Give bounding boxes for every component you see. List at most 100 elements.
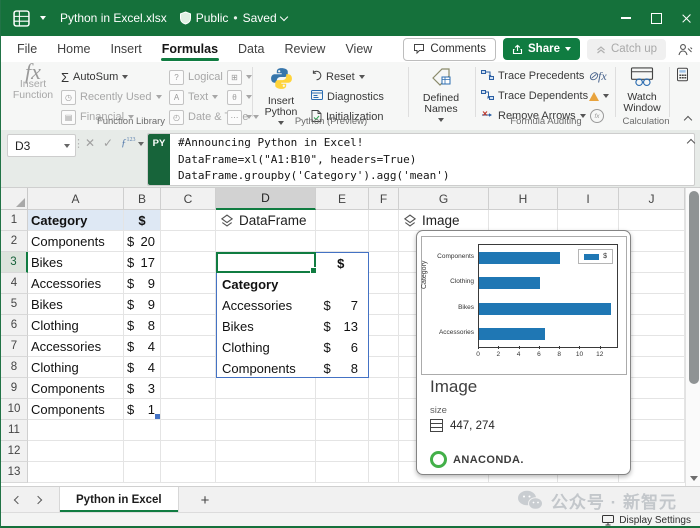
watch-window-icon: [629, 66, 655, 90]
defined-names-button[interactable]: Defined Names: [413, 66, 469, 122]
formula-auditing-group-label: Formula Auditing: [481, 116, 611, 127]
chart-xtick-mark: [600, 346, 601, 349]
watermark-text: 公众号 · 新智元: [551, 488, 677, 513]
lookup-reference-button[interactable]: ⊞: [227, 68, 252, 86]
display-settings-icon: [602, 515, 614, 526]
catch-up-icon: [596, 44, 606, 54]
ribbon-tab-bar: FileHomeInsertFormulasDataReviewView Com…: [1, 36, 700, 63]
diagnostics-button[interactable]: Diagnostics: [311, 88, 384, 106]
dataframe-row: Clothing$6: [217, 337, 368, 358]
menu-tab-home[interactable]: Home: [47, 36, 100, 62]
saved-status[interactable]: Saved: [243, 11, 287, 25]
chart-xtick-mark: [498, 346, 499, 349]
formula-bar-separator: ⋮: [73, 137, 84, 150]
dataframe-row: Bikes$13: [217, 316, 368, 337]
more-functions-button[interactable]: ⋯: [227, 108, 252, 126]
legend-swatch: [584, 254, 599, 260]
menu-tab-data[interactable]: Data: [228, 36, 274, 62]
share-button[interactable]: Share: [503, 38, 580, 60]
title-bar: Python in Excel.xlsx Public • Saved: [1, 0, 700, 36]
logical-icon: ?: [169, 70, 184, 85]
previous-sheet-icon[interactable]: [14, 496, 22, 504]
selected-cell-D3[interactable]: [216, 252, 316, 273]
show-formulas-icon: ⊘fx: [588, 69, 607, 84]
minimize-button[interactable]: [611, 0, 641, 36]
group-divider: [669, 67, 670, 117]
chart-xtick-label: 2: [496, 351, 500, 358]
trace-dependents-button[interactable]: Trace Dependents: [481, 87, 588, 105]
recently-used-icon: ◷: [61, 90, 76, 105]
insert-function-button[interactable]: fx Insert Function: [7, 66, 59, 101]
menu-tab-insert[interactable]: Insert: [101, 36, 152, 62]
display-settings-button[interactable]: Display Settings: [602, 515, 691, 526]
next-sheet-icon[interactable]: [34, 496, 42, 504]
chart-figure: $ComponentsClothingBikesAccessories02468…: [421, 236, 627, 375]
worksheet-grid: ABCDEFGHIJ12345678910111213Category$Comp…: [1, 187, 700, 487]
python-preview-group-label: Python (Preview): [271, 116, 391, 127]
group-divider: [408, 67, 409, 117]
chart-ytick-bikes: Bikes: [424, 304, 474, 311]
error-checking-button[interactable]: [589, 87, 609, 105]
text-button[interactable]: A Text: [169, 88, 218, 106]
sheet-tab-active[interactable]: Python in Excel: [59, 487, 179, 513]
size-table-icon: [430, 419, 443, 432]
vertical-scrollbar-thumb[interactable]: [689, 191, 699, 384]
menu-tab-view[interactable]: View: [335, 36, 382, 62]
anaconda-logo-icon: [430, 451, 447, 468]
close-button[interactable]: [671, 0, 700, 36]
math-trig-button[interactable]: θ: [227, 88, 252, 106]
image-size-value: 447, 274: [450, 420, 495, 432]
privacy-label[interactable]: Public: [196, 11, 229, 25]
chart-bar-bikes: [479, 303, 611, 315]
trace-precedents-button[interactable]: Trace Precedents: [481, 67, 584, 85]
chart-xtick-mark: [539, 346, 540, 349]
comments-button[interactable]: Comments: [403, 38, 496, 61]
dataframe-card-label[interactable]: DataFrame: [220, 210, 307, 231]
menu-tab-review[interactable]: Review: [274, 36, 335, 62]
cancel-entry-icon[interactable]: ✕: [85, 136, 95, 150]
chart-xtick-label: 12: [596, 351, 603, 358]
image-preview-card[interactable]: $ComponentsClothingBikesAccessories02468…: [416, 230, 631, 475]
chart-plot-area: $: [478, 244, 618, 348]
image-size-row: 447, 274: [430, 419, 495, 432]
quick-access-caret-icon[interactable]: [40, 16, 46, 20]
autosum-button[interactable]: Σ AutoSum: [61, 68, 128, 86]
add-sheet-button[interactable]: +: [201, 492, 210, 509]
calculation-options-button[interactable]: [675, 67, 690, 85]
python-output-toggle-icon[interactable]: ƒ123: [121, 137, 144, 149]
show-formulas-button[interactable]: ⊘fx: [588, 67, 607, 85]
dataframe-row: Category: [217, 274, 368, 295]
more-functions-icon: ⋯: [227, 110, 242, 125]
legend-label: $: [603, 253, 607, 260]
maximize-button[interactable]: [641, 0, 671, 36]
name-box[interactable]: D3: [7, 134, 76, 157]
chart-xtick-mark: [579, 346, 580, 349]
scroll-down-arrow[interactable]: [690, 476, 698, 481]
chart-xtick-label: 6: [537, 351, 541, 358]
python-logo-icon: [269, 66, 294, 94]
people-icon[interactable]: [677, 43, 693, 56]
formula-bar: D3 ⋮ ✕ ✓ ƒ123 PY #Announcing Python in E…: [1, 130, 700, 187]
comments-icon: [413, 43, 425, 55]
error-checking-icon: [589, 92, 599, 101]
vertical-scrollbar[interactable]: [685, 188, 700, 487]
logical-button[interactable]: ? Logical: [169, 68, 233, 86]
fill-handle[interactable]: [310, 267, 317, 274]
share-icon: [512, 44, 523, 55]
status-bar: Display Settings: [1, 512, 700, 527]
formula-code[interactable]: #Announcing Python in Excel!DataFrame=xl…: [178, 135, 690, 185]
group-divider: [252, 67, 253, 117]
sheet-tab-bar: Python in Excel + 公众号 · 新智元: [1, 486, 700, 513]
confirm-entry-icon[interactable]: ✓: [103, 136, 113, 150]
chart-bar-accessories: [479, 328, 545, 340]
watch-window-button[interactable]: Watch Window: [617, 66, 667, 114]
menu-tab-formulas[interactable]: Formulas: [152, 36, 228, 62]
card-type-icon: [220, 214, 234, 228]
formula-input[interactable]: PY #Announcing Python in Excel!DataFrame…: [147, 133, 695, 186]
dataframe-row: Accessories$7: [217, 295, 368, 316]
reset-button[interactable]: Reset: [311, 68, 365, 86]
image-card-label[interactable]: Image: [403, 210, 460, 231]
calculator-icon: [675, 66, 690, 86]
recently-used-button[interactable]: ◷ Recently Used: [61, 88, 162, 106]
catch-up-button[interactable]: Catch up: [587, 39, 666, 60]
